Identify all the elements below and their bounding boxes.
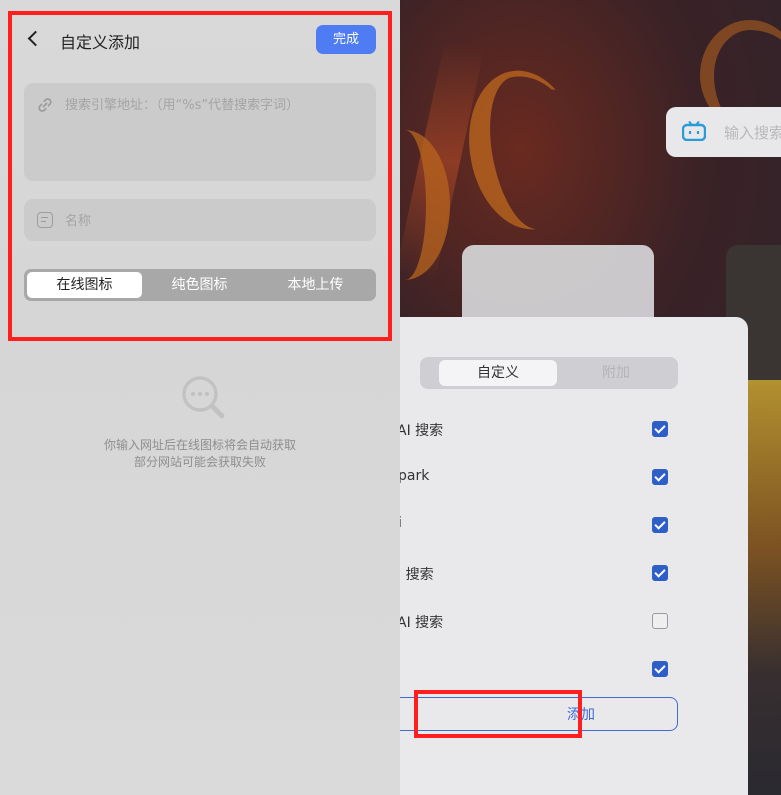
engine-category-segment: 自定义 附加 (420, 357, 678, 389)
engine-row-label: AI 搜索 (397, 615, 444, 631)
tab-online-icon[interactable]: 在线图标 (27, 272, 142, 298)
background-search-placeholder: 输入搜索 (724, 124, 781, 142)
done-button[interactable]: 完成 (316, 25, 376, 54)
engine-checkbox[interactable] (652, 565, 668, 581)
hint-line: 部分网站可能会获取失败 (133, 455, 266, 469)
engine-checkbox[interactable] (652, 517, 668, 533)
engine-checkbox[interactable] (652, 421, 668, 437)
wallpaper-strip (748, 380, 781, 795)
engine-checkbox[interactable] (652, 469, 668, 485)
engine-checkbox[interactable] (652, 613, 668, 629)
tab-solid-color-icon[interactable]: 纯色图标 (142, 272, 257, 298)
name-field[interactable]: 名称 (24, 199, 376, 241)
search-url-placeholder: 搜索引擎地址：（用“%s”代替搜索字词） (65, 98, 300, 113)
engine-checkbox[interactable] (652, 661, 668, 677)
icon-source-tabs: 在线图标 纯色图标 本地上传 (24, 269, 376, 301)
page-title: 自定义添加 (60, 33, 141, 52)
engine-row-label: I 搜索 (397, 567, 434, 583)
engine-row-label: park (398, 468, 430, 484)
link-icon (38, 98, 52, 112)
auto-fetch-hint: 你输入网址后在线图标将会自动获取 部分网站可能会获取失败 (0, 437, 400, 471)
tab-extra[interactable]: 附加 (560, 360, 672, 386)
bilibili-tv-icon (682, 121, 706, 141)
custom-add-panel: 自定义添加 完成 搜索引擎地址：（用“%s”代替搜索字词） 名称 在线图标 纯色… (0, 0, 400, 795)
search-url-field[interactable]: 搜索引擎地址：（用“%s”代替搜索字词） (24, 83, 376, 181)
back-arrow-icon[interactable] (25, 28, 43, 50)
name-placeholder: 名称 (65, 214, 92, 229)
tab-custom[interactable]: 自定义 (439, 360, 557, 386)
background-search-box[interactable]: 输入搜索 (666, 107, 781, 157)
add-engine-button[interactable]: 添加 (370, 697, 678, 731)
wallpaper-crescent (456, 61, 594, 239)
note-icon (37, 212, 53, 228)
search-empty-icon (182, 376, 225, 419)
hint-line: 你输入网址后在线图标将会自动获取 (103, 438, 296, 452)
engine-row-label: AI 搜索 (397, 423, 444, 439)
tab-local-upload[interactable]: 本地上传 (258, 272, 373, 298)
